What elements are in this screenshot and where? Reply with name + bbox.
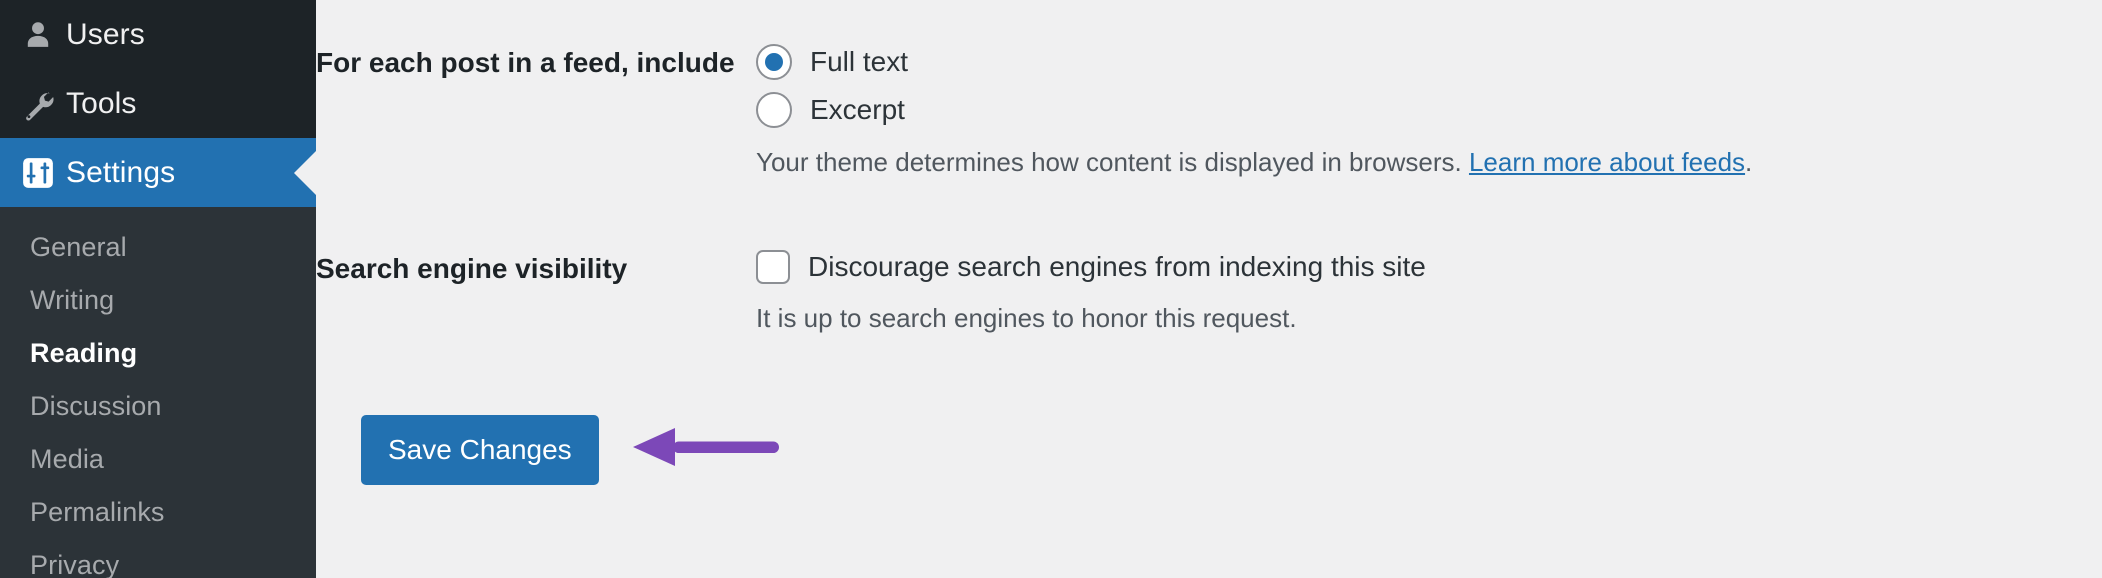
checkbox-discourage-label: Discourage search engines from indexing … (808, 251, 1426, 283)
submenu-item-reading[interactable]: Reading (0, 327, 316, 380)
sidebar-item-users[interactable]: Users (0, 0, 316, 69)
submenu-item-privacy[interactable]: Privacy (0, 539, 316, 578)
sidebar-item-tools[interactable]: Tools (0, 69, 316, 138)
radio-excerpt[interactable]: Excerpt (756, 92, 2102, 128)
learn-more-about-feeds-link[interactable]: Learn more about feeds (1469, 147, 1745, 177)
sidebar-top-menu: Users Tools Settings (0, 0, 316, 207)
radio-excerpt-control[interactable] (756, 92, 792, 128)
feed-description-period: . (1745, 147, 1753, 177)
admin-sidebar: Users Tools Settings General Writing Rea… (0, 0, 316, 578)
wordpress-admin-screen: Users Tools Settings General Writing Rea… (0, 0, 2102, 578)
checkbox-discourage-control[interactable] (756, 250, 790, 285)
checkbox-discourage-search-engines[interactable]: Discourage search engines from indexing … (756, 250, 2102, 285)
settings-content: For each post in a feed, include Full te… (316, 0, 2102, 578)
submenu-item-media[interactable]: Media (0, 433, 316, 486)
search-visibility-description: It is up to search engines to honor this… (756, 303, 1297, 334)
sidebar-item-settings[interactable]: Settings (0, 138, 316, 207)
search-visibility-row: Search engine visibility Discourage sear… (316, 250, 2102, 362)
radio-full-text-control[interactable] (756, 44, 792, 80)
sidebar-item-label: Users (66, 18, 145, 51)
submenu-item-permalinks[interactable]: Permalinks (0, 486, 316, 539)
reading-settings-form: For each post in a feed, include Full te… (316, 0, 2102, 363)
search-visibility-label: Search engine visibility (316, 253, 628, 285)
active-menu-pointer-icon (294, 150, 316, 195)
section-spacer (316, 206, 2102, 250)
radio-excerpt-label: Excerpt (810, 94, 905, 125)
user-icon (10, 18, 66, 52)
radio-full-text-label: Full text (810, 46, 909, 77)
feed-content-description: Your theme determines how content is dis… (756, 144, 2102, 180)
submit-area: Save Changes (316, 414, 2102, 485)
radio-full-text[interactable]: Full text (756, 44, 2102, 80)
feed-description-text: Your theme determines how content is dis… (756, 147, 1469, 177)
submenu-item-discussion[interactable]: Discussion (0, 380, 316, 433)
settings-submenu: General Writing Reading Discussion Media… (0, 207, 316, 578)
top-spacer (316, 0, 2102, 44)
settings-sliders-icon (10, 156, 66, 190)
wrench-icon (10, 87, 66, 121)
feed-content-row: For each post in a feed, include Full te… (316, 44, 2102, 206)
sidebar-item-label: Settings (66, 156, 176, 189)
feed-content-label: For each post in a feed, include (316, 47, 735, 78)
feed-content-field: Full text Excerpt Your theme determines … (756, 44, 2102, 206)
submenu-item-general[interactable]: General (0, 221, 316, 274)
purple-arrow-annotation-icon (631, 424, 783, 475)
save-changes-button[interactable]: Save Changes (361, 414, 599, 485)
search-visibility-field: Discourage search engines from indexing … (756, 250, 2102, 362)
submenu-item-writing[interactable]: Writing (0, 274, 316, 327)
sidebar-item-label: Tools (66, 87, 137, 120)
